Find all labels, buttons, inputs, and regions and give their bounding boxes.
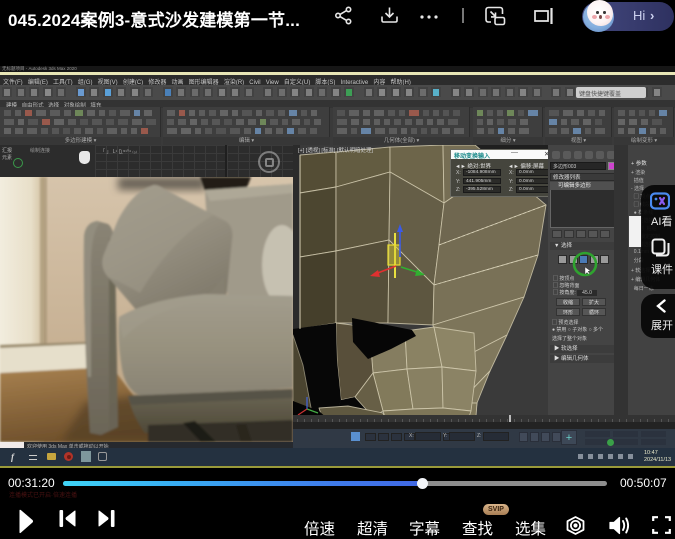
svg-text:[+] [透视] [标准] [默认明暗处理]: [+] [透视] [标准] [默认明暗处理] (298, 146, 373, 154)
